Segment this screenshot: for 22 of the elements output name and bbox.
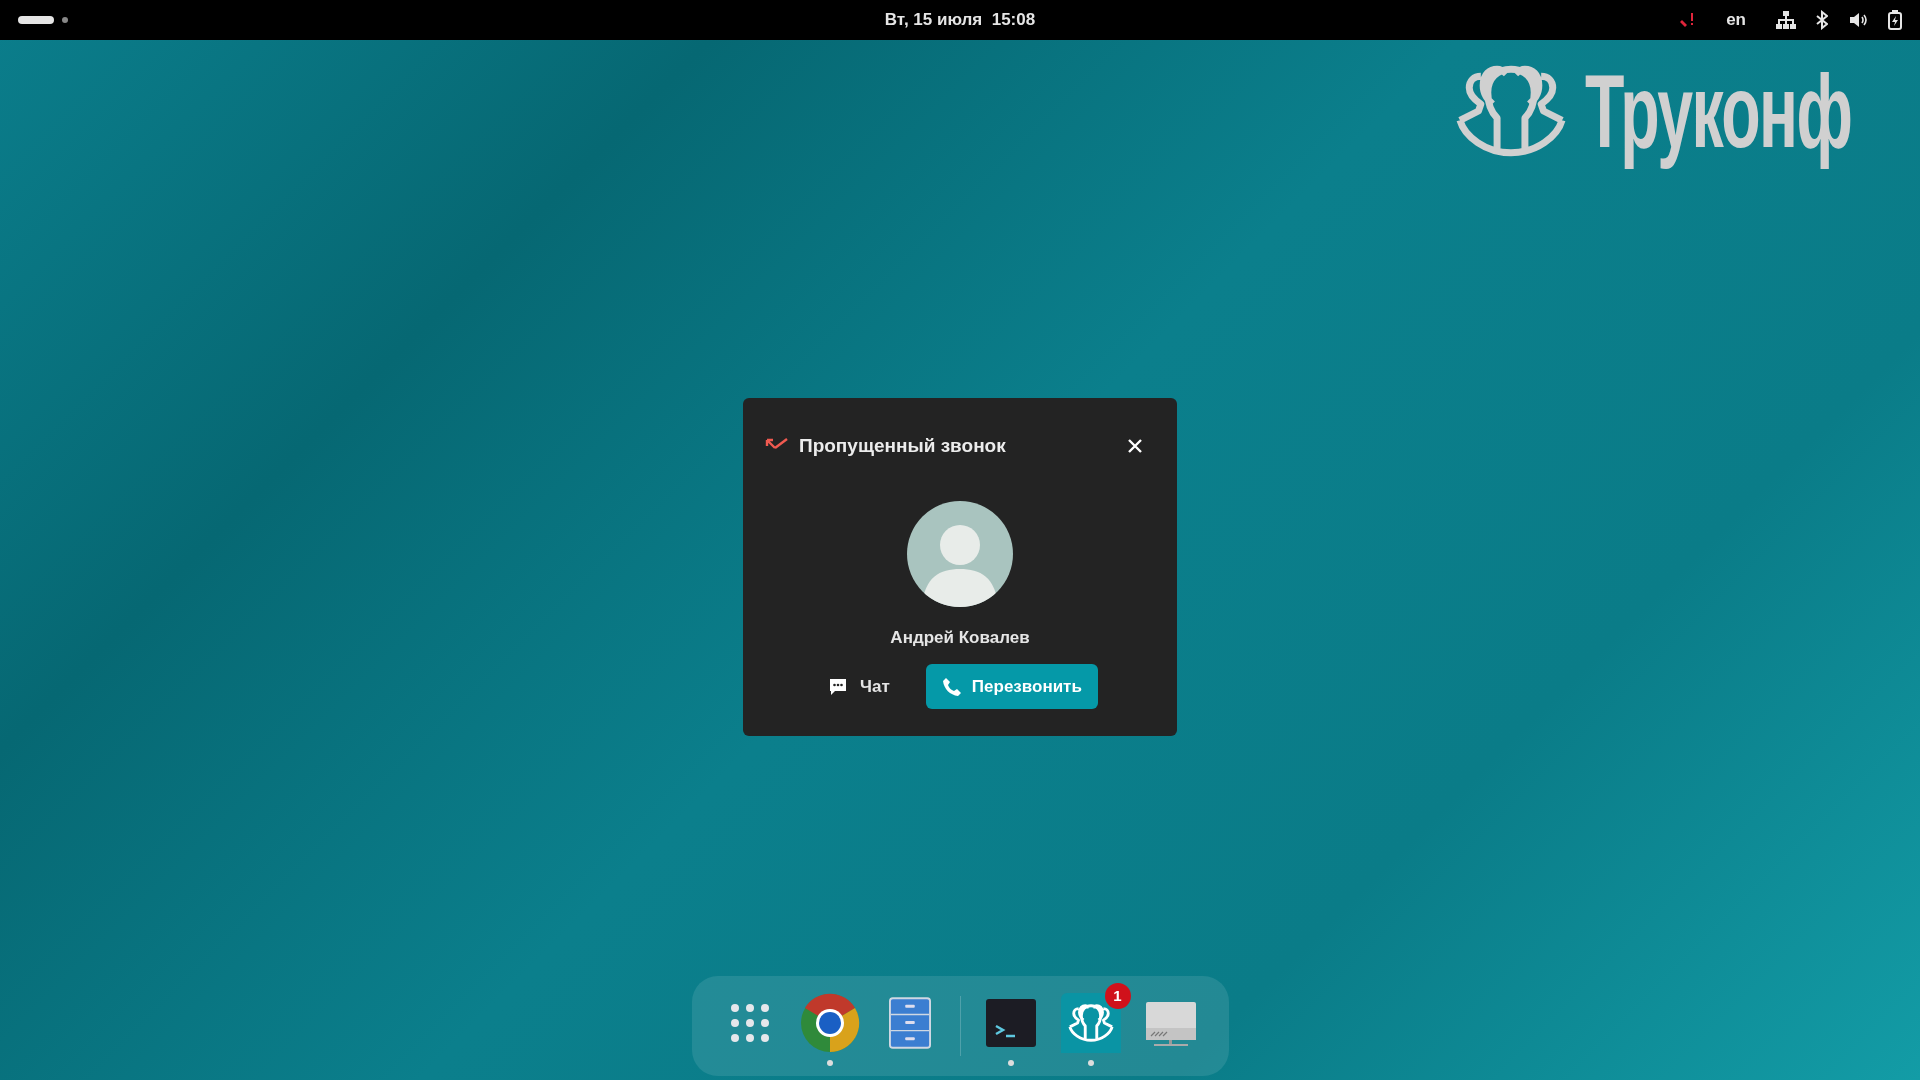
file-cabinet-icon[interactable] xyxy=(888,996,931,1050)
contact-name: Андрей Ковалев xyxy=(890,626,1030,649)
bluetooth-icon[interactable] xyxy=(1816,10,1828,30)
logo-text: Труконф xyxy=(1584,52,1851,171)
terminal-icon[interactable] xyxy=(985,998,1036,1048)
close-icon xyxy=(1127,438,1143,455)
people-app-icon[interactable] xyxy=(1060,993,1121,1053)
chat-bubble-icon xyxy=(828,676,849,697)
notification-title: Пропущенный звонок xyxy=(799,434,1006,458)
workspace-indicator[interactable] xyxy=(62,17,68,23)
battery-icon[interactable] xyxy=(1888,10,1902,30)
app-grid-icon[interactable] xyxy=(729,1003,770,1043)
people-logo-icon xyxy=(1066,1003,1115,1043)
notification-badge: 1 xyxy=(1104,983,1131,1009)
keyboard-layout[interactable]: en xyxy=(1726,7,1746,33)
phone-icon xyxy=(941,676,962,697)
workspace-indicator[interactable] xyxy=(18,16,54,24)
browser-icon[interactable] xyxy=(799,993,860,1053)
chat-button[interactable]: Чат xyxy=(816,664,902,709)
volume-icon[interactable] xyxy=(1848,10,1868,30)
network-icon[interactable] xyxy=(1776,10,1796,30)
clock[interactable]: Вт, 15 июля 15:08 xyxy=(884,7,1036,33)
